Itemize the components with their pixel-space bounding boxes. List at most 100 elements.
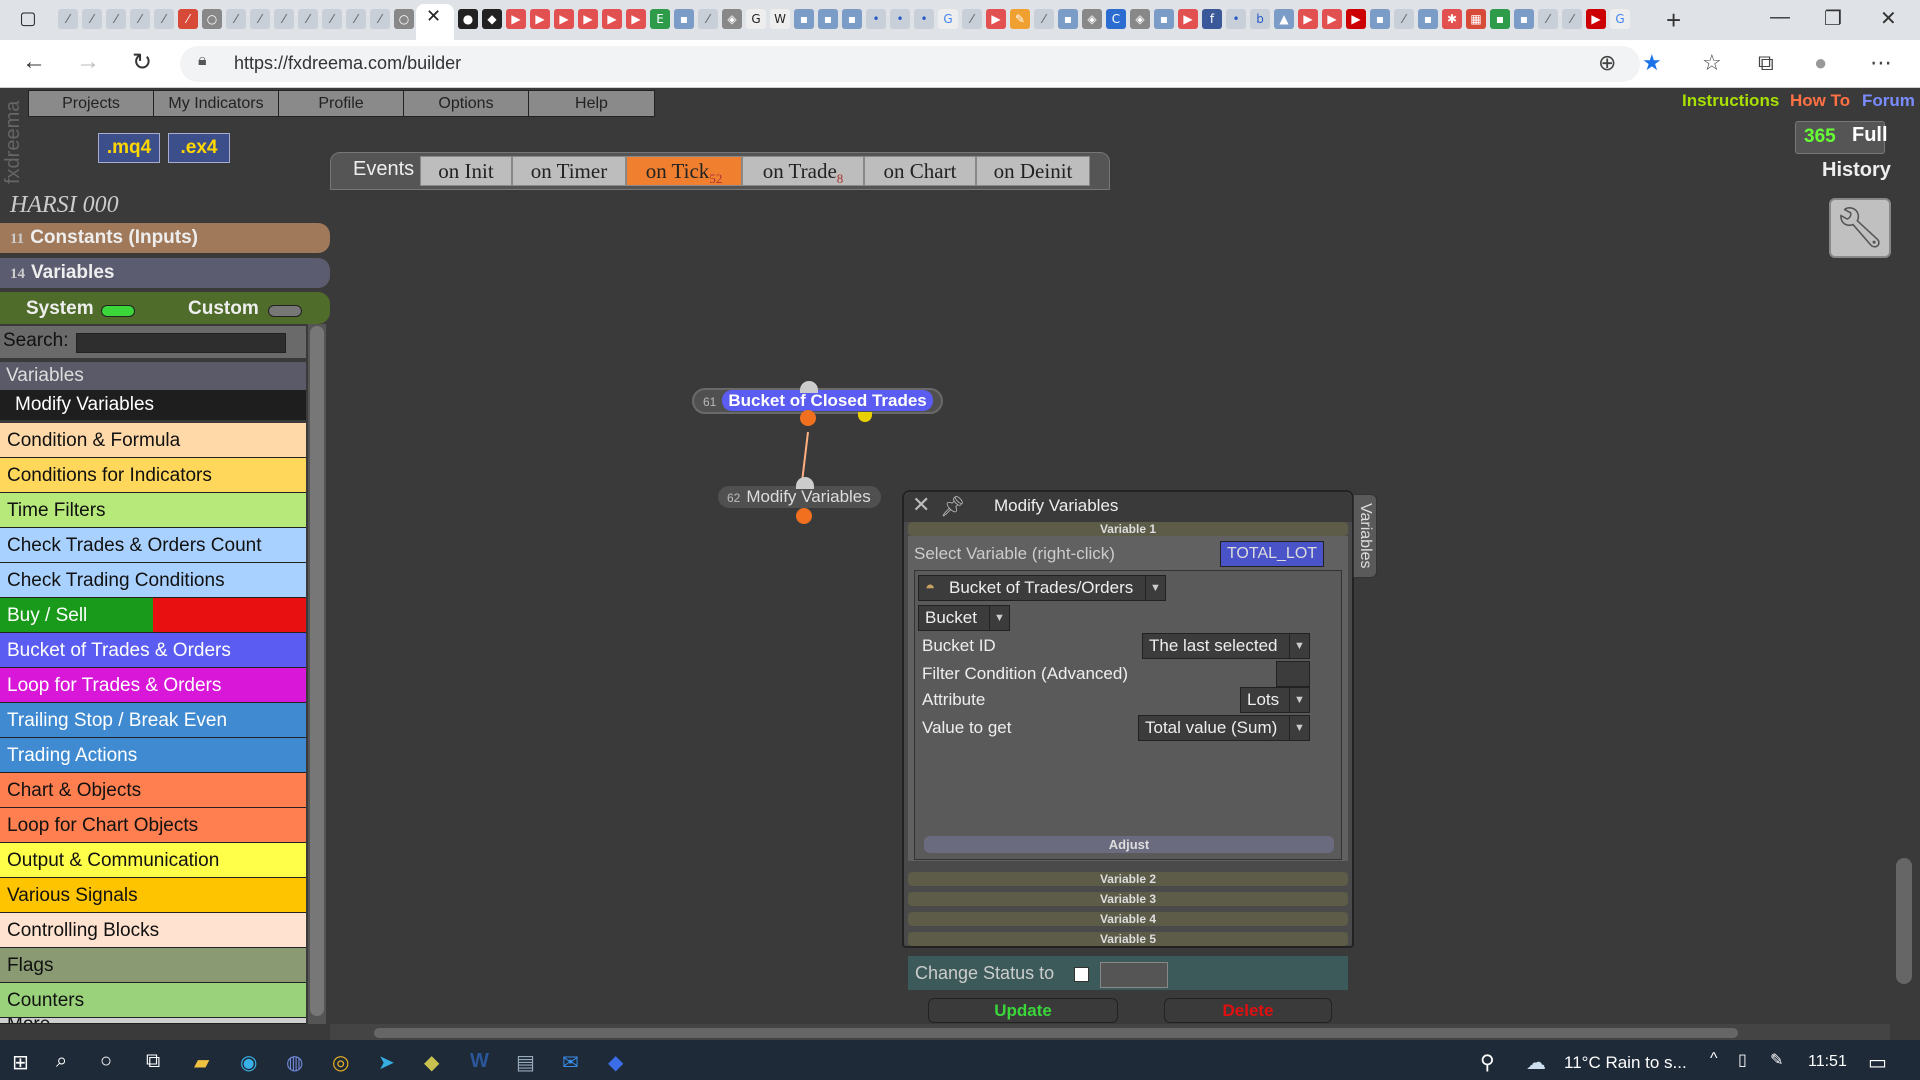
category-time-filters[interactable]: Time Filters bbox=[0, 493, 306, 528]
device-icon[interactable]: ▯ bbox=[1738, 1050, 1747, 1070]
variable-3-tab[interactable]: Variable 3 bbox=[908, 892, 1348, 906]
category-output-communication[interactable]: Output & Communication bbox=[0, 843, 306, 878]
close-icon[interactable]: ✕ bbox=[912, 492, 930, 518]
start-icon[interactable]: ⊞ bbox=[12, 1050, 29, 1075]
menu-help[interactable]: Help bbox=[528, 90, 655, 117]
canvas-vertical-scrollbar[interactable] bbox=[1896, 858, 1912, 984]
tab-actions-icon[interactable]: ▢ bbox=[18, 9, 38, 29]
menu-options[interactable]: Options bbox=[403, 90, 529, 117]
adjust-button[interactable]: Adjust bbox=[924, 836, 1334, 853]
tab-favicon-icon[interactable]: ⁄ bbox=[1562, 9, 1582, 29]
search-icon[interactable]: ⌕ bbox=[56, 1050, 67, 1073]
tab-favicon-icon[interactable]: ⁄ bbox=[962, 9, 982, 29]
history-button[interactable]: History bbox=[1822, 159, 1891, 182]
profile-avatar-icon[interactable]: ● bbox=[1814, 50, 1827, 76]
collections-icon[interactable]: ⧉ bbox=[1758, 50, 1774, 76]
tab-favicon-icon[interactable]: ✎ bbox=[1010, 9, 1030, 29]
tab-favicon-icon[interactable]: ▶ bbox=[578, 9, 598, 29]
canvas-horizontal-scroll-thumb[interactable] bbox=[374, 1028, 1738, 1038]
tab-favicon-icon[interactable]: C bbox=[1106, 9, 1126, 29]
sidebar-item-modify-variables[interactable]: Modify Variables bbox=[0, 390, 306, 420]
tab-on-chart[interactable]: on Chart bbox=[864, 156, 976, 186]
tab-favicon-icon[interactable]: ▪ bbox=[1370, 9, 1390, 29]
zoom-icon[interactable]: ⊕ bbox=[1598, 50, 1616, 76]
constants-bar[interactable]: 11 Constants (Inputs) bbox=[0, 223, 330, 253]
variables-side-tab[interactable]: Variables bbox=[1353, 494, 1377, 578]
category-flags[interactable]: Flags bbox=[0, 948, 306, 983]
category-loop-trades[interactable]: Loop for Trades & Orders bbox=[0, 668, 306, 703]
category-counters[interactable]: Counters bbox=[0, 983, 306, 1018]
pen-icon[interactable]: ✎ bbox=[1770, 1050, 1783, 1070]
app-icon[interactable]: ◆ bbox=[424, 1050, 439, 1075]
instructions-link[interactable]: Instructions bbox=[1682, 91, 1779, 111]
category-controlling-blocks[interactable]: Controlling Blocks bbox=[0, 913, 306, 948]
tab-favicon-icon[interactable]: ▪ bbox=[674, 9, 694, 29]
maximize-icon[interactable]: ❐ bbox=[1824, 6, 1842, 31]
mail-icon[interactable]: ✉ bbox=[562, 1050, 579, 1075]
system-toggle[interactable] bbox=[101, 305, 135, 317]
tab-on-deinit[interactable]: on Deinit bbox=[976, 156, 1090, 186]
variable-4-tab[interactable]: Variable 4 bbox=[908, 912, 1348, 926]
tab-favicon-icon[interactable]: ▪ bbox=[842, 9, 862, 29]
lock-icon[interactable]: 🔒︎ bbox=[198, 52, 207, 70]
variable-5-tab[interactable]: Variable 5 bbox=[908, 932, 1348, 946]
tab-favicon-icon[interactable]: ⁄ bbox=[250, 9, 270, 29]
menu-projects[interactable]: Projects bbox=[28, 90, 154, 117]
tab-favicon-icon[interactable]: ▶ bbox=[986, 9, 1006, 29]
tab-favicon-icon[interactable]: ⁄ bbox=[82, 9, 102, 29]
tab-favicon-icon[interactable]: ▶ bbox=[1586, 9, 1606, 29]
chrome-icon[interactable]: ◎ bbox=[332, 1050, 349, 1075]
tab-favicon-icon[interactable]: ▶ bbox=[1298, 9, 1318, 29]
category-loop-chart-objects[interactable]: Loop for Chart Objects bbox=[0, 808, 306, 843]
source-sub-select[interactable]: Bucket ▼ bbox=[918, 605, 1010, 631]
back-icon[interactable]: ← bbox=[22, 48, 46, 76]
output-port[interactable] bbox=[796, 508, 812, 524]
tab-on-trade[interactable]: on Trade8 bbox=[742, 156, 864, 186]
tab-favicon-icon[interactable]: f bbox=[1202, 9, 1222, 29]
tab-favicon-icon[interactable]: ▪ bbox=[794, 9, 814, 29]
category-more[interactable]: More bbox=[0, 1018, 306, 1024]
category-chart-objects[interactable]: Chart & Objects bbox=[0, 773, 306, 808]
tab-favicon-icon[interactable]: ○ bbox=[394, 9, 414, 29]
tab-favicon-icon[interactable]: ▶ bbox=[530, 9, 550, 29]
tab-favicon-icon[interactable]: ● bbox=[458, 9, 478, 29]
ex4-download-button[interactable]: .ex4 bbox=[168, 133, 230, 163]
category-trading-actions[interactable]: Trading Actions bbox=[0, 738, 306, 773]
tab-favicon-icon[interactable]: ⁄ bbox=[178, 9, 198, 29]
menu-my-indicators[interactable]: My Indicators bbox=[153, 90, 279, 117]
favorite-star-icon[interactable]: ★ bbox=[1642, 50, 1662, 76]
tab-favicon-icon[interactable]: ◈ bbox=[722, 9, 742, 29]
tab-favicon-icon[interactable]: ▪ bbox=[1058, 9, 1078, 29]
tab-favicon-icon[interactable]: ▶ bbox=[602, 9, 622, 29]
minimize-icon[interactable]: — bbox=[1770, 6, 1790, 29]
search-input[interactable] bbox=[76, 333, 286, 353]
howto-link[interactable]: How To bbox=[1790, 91, 1850, 111]
change-status-input[interactable] bbox=[1100, 962, 1168, 988]
edge-icon[interactable]: ◉ bbox=[240, 1050, 257, 1075]
tab-favicon-icon[interactable]: ⁄ bbox=[154, 9, 174, 29]
app-icon[interactable]: ▤ bbox=[516, 1050, 535, 1075]
tab-favicon-icon[interactable]: ▪ bbox=[1154, 9, 1174, 29]
file-explorer-icon[interactable]: ▰ bbox=[194, 1050, 209, 1075]
tab-favicon-icon[interactable]: ▪ bbox=[1418, 9, 1438, 29]
people-icon[interactable]: ⚲ bbox=[1480, 1050, 1495, 1075]
new-tab-button[interactable]: + bbox=[1666, 5, 1681, 36]
app-icon[interactable]: ◆ bbox=[608, 1050, 623, 1075]
tab-on-init[interactable]: on Init bbox=[420, 156, 512, 186]
word-icon[interactable]: W bbox=[470, 1050, 489, 1073]
weather-text[interactable]: 11°C Rain to s... bbox=[1564, 1053, 1687, 1073]
tab-favicon-icon[interactable]: • bbox=[914, 9, 934, 29]
tab-favicon-icon[interactable]: ⁄ bbox=[106, 9, 126, 29]
wrench-icon[interactable]: 🔧︎ bbox=[1829, 198, 1891, 258]
source-type-select[interactable]: ◓ Bucket of Trades/Orders ▼ bbox=[918, 575, 1166, 601]
tab-on-timer[interactable]: on Timer bbox=[512, 156, 626, 186]
clock-time[interactable]: 11:51 bbox=[1808, 1053, 1847, 1071]
tab-favicon-icon[interactable]: ▪ bbox=[1490, 9, 1510, 29]
delete-button[interactable]: Delete bbox=[1164, 998, 1332, 1023]
tab-favicon-icon[interactable]: ▪ bbox=[818, 9, 838, 29]
update-button[interactable]: Update bbox=[928, 998, 1118, 1023]
tab-favicon-icon[interactable]: ⁄ bbox=[58, 9, 78, 29]
discord-icon[interactable]: ◍ bbox=[286, 1050, 303, 1075]
forum-link[interactable]: Forum bbox=[1862, 91, 1915, 111]
more-icon[interactable]: ⋯ bbox=[1870, 50, 1892, 76]
